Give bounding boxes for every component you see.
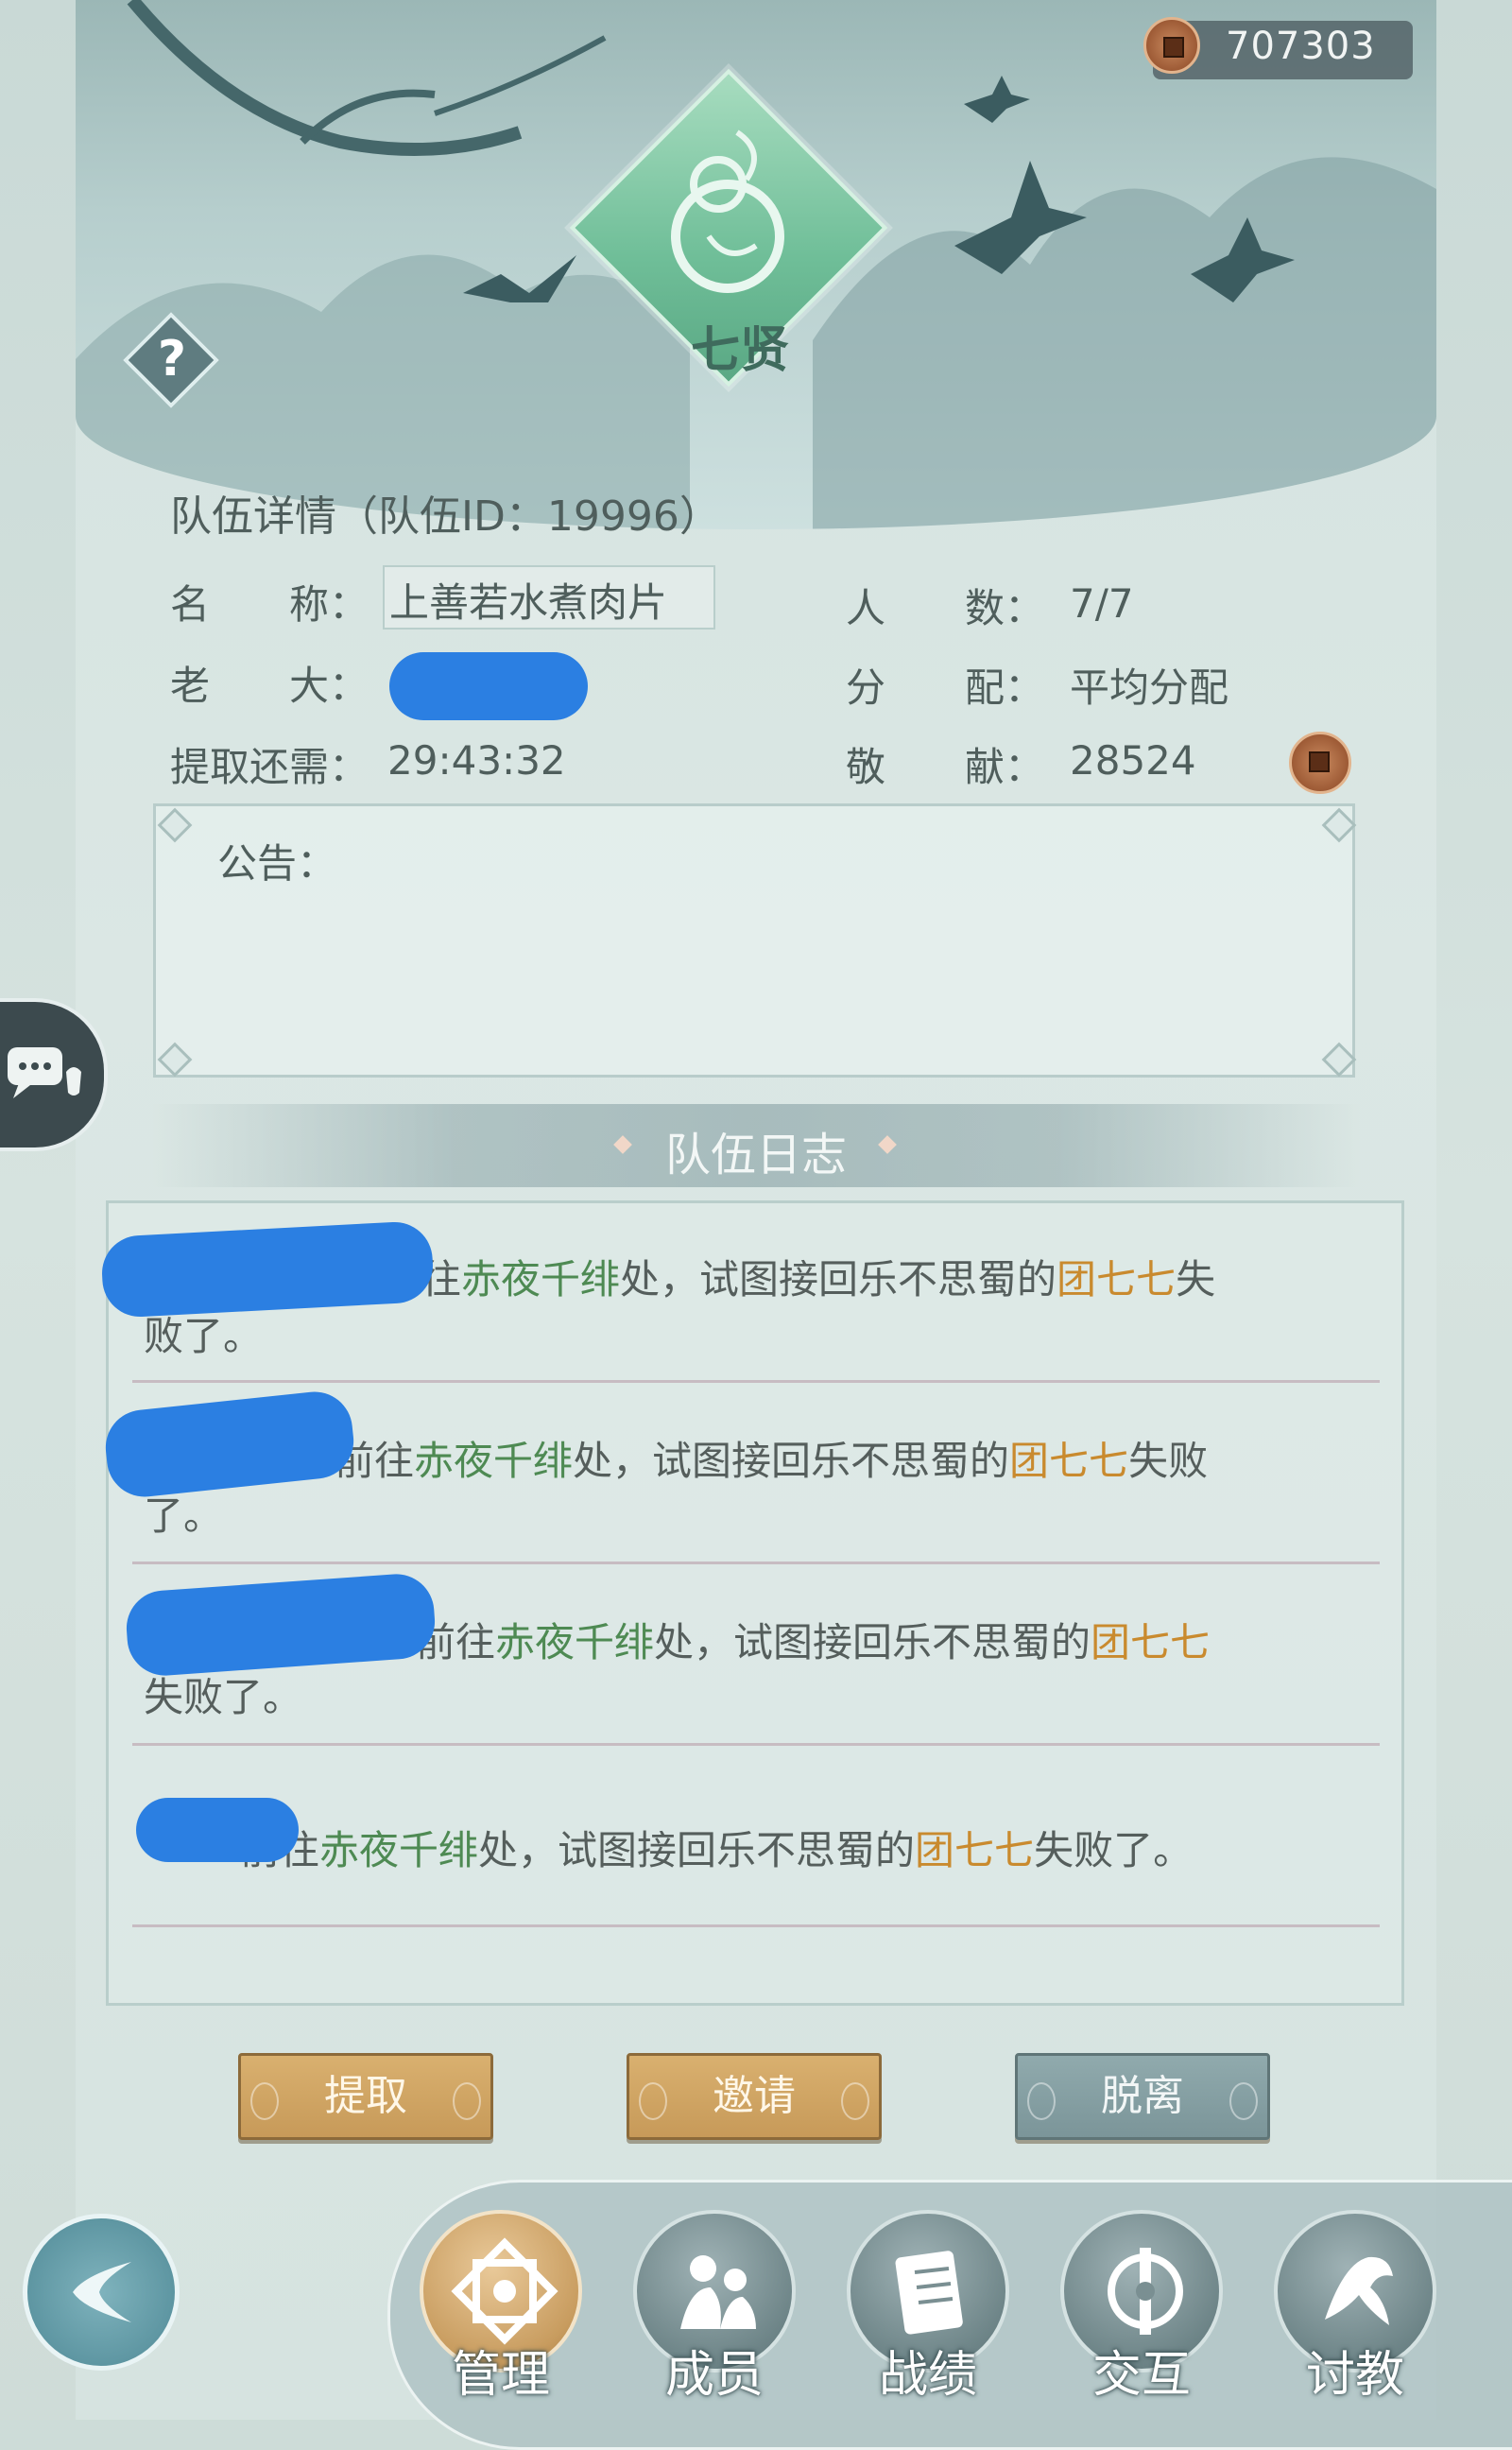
invite-button[interactable]: 邀请: [627, 2053, 882, 2140]
log-title: 队伍日志: [664, 1129, 847, 1182]
spar-icon: [1325, 2256, 1393, 2325]
interact-icon: [1108, 2248, 1183, 2335]
log-entry-line: 前往赤夜千绯处，试图接回乐不思蜀的团七七失败了。: [240, 1827, 1194, 1873]
coin-icon: [1143, 17, 1200, 74]
nav-manage-label[interactable]: 管理: [406, 2335, 595, 2406]
leader-label: 老 大：: [170, 663, 369, 709]
redacted-player-name: [99, 1219, 436, 1320]
member-count-label: 人 数：: [846, 585, 1045, 631]
team-name-value: 上善若水煮肉片: [389, 579, 668, 626]
contribution-coin-icon[interactable]: [1289, 732, 1351, 794]
redacted-leader-name: [389, 652, 588, 720]
nav-members-label[interactable]: 成员: [620, 2335, 809, 2406]
extract-button[interactable]: 提取: [238, 2053, 493, 2140]
nav-interact-label[interactable]: 交互: [1047, 2335, 1236, 2406]
question-icon[interactable]: ?: [144, 331, 200, 388]
team-details-title: 队伍详情（队伍ID：19996）: [170, 492, 721, 541]
records-icon: [895, 2251, 963, 2335]
currency-value: 707303: [1226, 25, 1376, 68]
back-button[interactable]: [23, 2214, 180, 2371]
name-label: 名 称：: [170, 581, 369, 628]
nav-spar-label[interactable]: 讨教: [1261, 2335, 1450, 2406]
leave-button[interactable]: 脱离: [1015, 2053, 1270, 2140]
distribution-value: 平均分配: [1070, 664, 1229, 711]
extract-timer-label: 提取还需：: [170, 744, 369, 790]
log-separator: [132, 1924, 1380, 1927]
log-separator: [132, 1380, 1380, 1383]
log-separator: [132, 1561, 1380, 1564]
back-arrow-icon: [73, 2262, 131, 2322]
log-entry-line: 前往赤夜千绯处，试图接回乐不思蜀的团七七: [416, 1619, 1211, 1665]
team-emblem-name: 七贤: [690, 321, 789, 379]
log-entry-line: 前往赤夜千绯处，试图接回乐不思蜀的团七七失败: [335, 1438, 1209, 1484]
distribution-label: 分 配：: [846, 664, 1045, 711]
members-icon: [680, 2255, 756, 2329]
notice-label: 公告：: [217, 840, 337, 887]
extract-timer-value: 29:43:32: [387, 737, 566, 784]
member-count-value: 7/7: [1070, 580, 1134, 627]
contribution-label: 敬 献：: [846, 744, 1045, 790]
log-entry-line: 往赤夜千绯处，试图接回乐不思蜀的团七七失: [421, 1256, 1216, 1303]
contribution-value: 28524: [1070, 737, 1196, 784]
nav-records-label[interactable]: 战绩: [833, 2335, 1022, 2406]
chat-icon: [8, 1047, 81, 1098]
manage-icon: [451, 2237, 558, 2345]
redacted-player-name: [136, 1798, 299, 1862]
log-separator: [132, 1743, 1380, 1746]
